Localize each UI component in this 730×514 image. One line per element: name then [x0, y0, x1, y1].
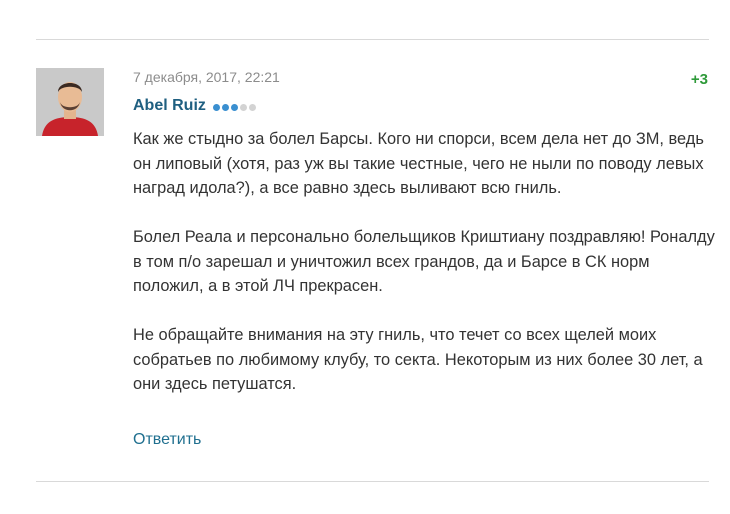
- comment-body: Как же стыдно за болел Барсы. Кого ни сп…: [133, 127, 723, 397]
- comment-paragraph: Как же стыдно за болел Барсы. Кого ни сп…: [133, 130, 704, 197]
- comment-page: 7 декабря, 2017, 22:21 +3 Abel Ruiz Как …: [0, 0, 730, 514]
- bottom-divider: [36, 481, 709, 482]
- comment-author: Abel Ruiz: [133, 97, 256, 115]
- top-divider: [36, 39, 709, 40]
- rating-dot: [230, 103, 238, 111]
- comment-score: +3: [690, 71, 708, 88]
- comment-paragraph: Болел Реала и персонально болельщиков Кр…: [133, 228, 715, 295]
- rating-dot: [221, 103, 229, 111]
- rating-dot: [248, 103, 256, 111]
- avatar[interactable]: [36, 68, 104, 136]
- comment-paragraph: Не обращайте внимания на эту гниль, что …: [133, 326, 703, 393]
- comment-date: 7 декабря, 2017, 22:21: [133, 69, 280, 85]
- rating-dot: [239, 103, 247, 111]
- avatar-photo: [36, 68, 104, 136]
- author-name[interactable]: Abel Ruiz: [133, 97, 206, 115]
- rating-dot: [212, 103, 220, 111]
- reply-link[interactable]: Ответить: [133, 431, 201, 449]
- author-rating: [212, 102, 256, 111]
